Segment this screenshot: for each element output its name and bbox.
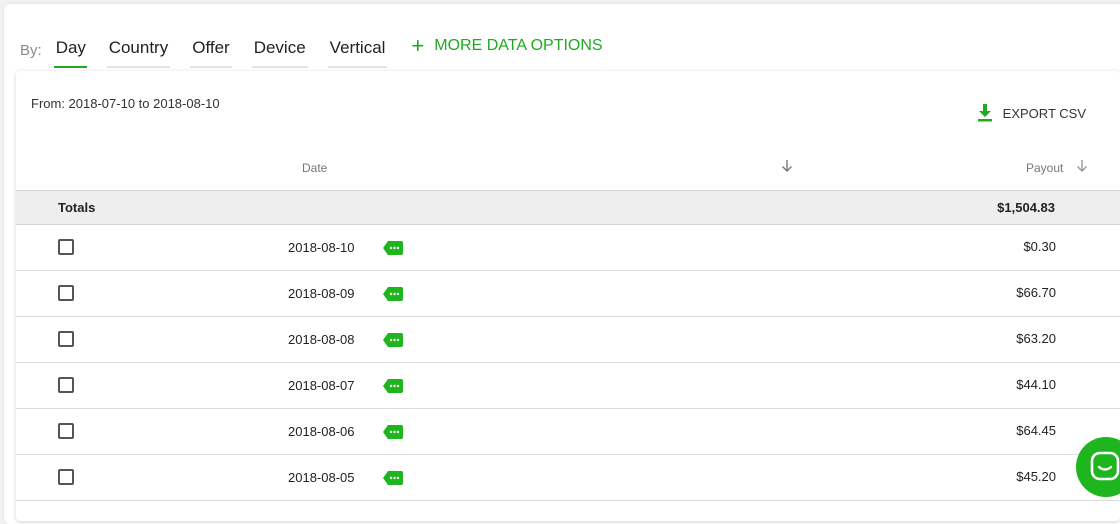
row-date: 2018-08-09 — [288, 286, 355, 301]
tag-icon[interactable] — [383, 333, 403, 347]
group-by-label: By: — [20, 42, 42, 59]
row-date: 2018-08-10 — [288, 240, 355, 255]
table-row: 2018-08-05 $45.20 — [16, 455, 1120, 501]
row-date: 2018-08-06 — [288, 424, 355, 439]
column-header-date[interactable]: Date — [302, 161, 327, 175]
table-row: 2018-08-07 $44.10 — [16, 363, 1120, 409]
row-payout: $0.30 — [1023, 239, 1056, 254]
tab-country[interactable]: Country — [106, 35, 171, 68]
row-payout: $64.45 — [1016, 423, 1056, 438]
row-checkbox[interactable] — [58, 377, 74, 393]
row-date: 2018-08-07 — [288, 378, 355, 393]
column-header-payout[interactable]: Payout — [1026, 161, 1063, 175]
totals-row: Totals $1,504.83 — [16, 190, 1120, 225]
row-date: 2018-08-08 — [288, 332, 355, 347]
download-icon — [977, 104, 992, 122]
table-row: 2018-08-09 $66.70 — [16, 271, 1120, 317]
row-payout: $66.70 — [1016, 285, 1056, 300]
tab-vertical[interactable]: Vertical — [327, 35, 388, 68]
tab-day[interactable]: Day — [53, 35, 87, 68]
row-date: 2018-08-05 — [288, 470, 355, 485]
row-checkbox[interactable] — [58, 285, 74, 301]
tab-offer[interactable]: Offer — [190, 35, 232, 68]
tag-icon[interactable] — [383, 379, 403, 393]
tag-icon[interactable] — [383, 241, 403, 255]
export-csv-button[interactable]: EXPORT CSV — [977, 104, 1086, 122]
tag-icon[interactable] — [383, 471, 403, 485]
chat-icon — [1090, 451, 1120, 481]
row-checkbox[interactable] — [58, 469, 74, 485]
row-payout: $45.20 — [1016, 469, 1056, 484]
group-by-tabs: By: Day Country Offer Device Vertical + … — [20, 35, 603, 69]
table-row: 2018-08-08 $63.20 — [16, 317, 1120, 363]
report-card: From: 2018-07-10 to 2018-08-10 EXPORT CS… — [16, 71, 1120, 521]
arrow-down-icon[interactable] — [781, 159, 793, 173]
row-payout: $44.10 — [1016, 377, 1056, 392]
row-checkbox[interactable] — [58, 331, 74, 347]
plus-icon: + — [411, 33, 425, 58]
totals-label: Totals — [58, 200, 96, 215]
table-row: 2018-08-10 $0.30 — [16, 225, 1120, 271]
totals-payout: $1,504.83 — [997, 200, 1055, 215]
arrow-down-icon[interactable] — [1076, 159, 1088, 173]
row-checkbox[interactable] — [58, 423, 74, 439]
tag-icon[interactable] — [383, 425, 403, 439]
table-header: Date Payout — [16, 156, 1120, 190]
row-checkbox[interactable] — [58, 239, 74, 255]
date-range: From: 2018-07-10 to 2018-08-10 — [31, 96, 220, 111]
table-row: 2018-08-06 $64.45 — [16, 409, 1120, 455]
more-data-options-button[interactable]: + MORE DATA OPTIONS — [411, 33, 603, 58]
export-csv-label: EXPORT CSV — [1002, 105, 1086, 121]
tab-device[interactable]: Device — [251, 35, 308, 68]
tag-icon[interactable] — [383, 287, 403, 301]
row-payout: $63.20 — [1016, 331, 1056, 346]
more-data-options-label: MORE DATA OPTIONS — [434, 37, 603, 54]
